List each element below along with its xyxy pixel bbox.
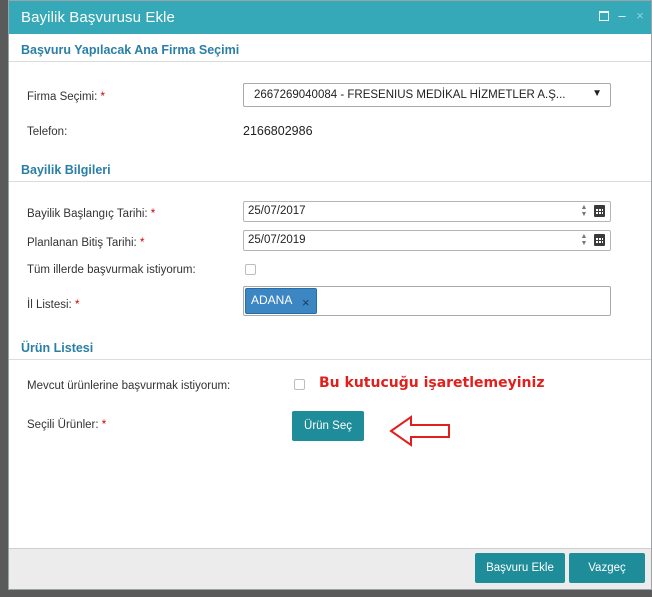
firm-select-value: 2667269040084 - FRESENIUS MEDİKAL HİZMET… <box>254 89 566 101</box>
maximize-icon <box>599 11 609 21</box>
chevron-down-icon: ▼ <box>592 88 602 99</box>
end-date-value: 25/07/2019 <box>248 234 306 246</box>
all-provinces-label: Tüm illerde başvurmak istiyorum: <box>27 264 196 276</box>
arrow-left-icon <box>389 415 450 447</box>
end-date-spinner[interactable]: ▲ ▼ <box>580 233 588 247</box>
start-date-value: 25/07/2017 <box>248 205 306 217</box>
firm-label: Firma Seçimi: * <box>27 91 105 103</box>
calendar-icon[interactable] <box>594 205 605 217</box>
dialog-title: Bayilik Başvurusu Ekle <box>21 9 175 26</box>
phone-label: Telefon: <box>27 126 68 138</box>
dialog-titlebar[interactable]: Bayilik Başvurusu Ekle – × <box>9 1 651 34</box>
tag-remove-icon[interactable]: × <box>302 295 310 310</box>
province-tag-label: ADANA <box>251 293 293 307</box>
required-marker: * <box>139 237 145 249</box>
section-title-firm: Başvuru Yapılacak Ana Firma Seçimi <box>21 43 240 57</box>
phone-value: 2166802986 <box>243 124 313 138</box>
required-marker: * <box>100 91 105 103</box>
firm-select[interactable]: 2667269040084 - FRESENIUS MEDİKAL HİZMET… <box>243 83 611 107</box>
start-date-input[interactable]: 25/07/2017 ▲ ▼ <box>243 201 611 222</box>
start-date-spinner[interactable]: ▲ ▼ <box>580 204 588 218</box>
required-marker: * <box>150 208 156 220</box>
section-header-products: Ürün Listesi <box>9 337 651 360</box>
all-provinces-checkbox[interactable] <box>245 264 256 275</box>
close-button[interactable]: × <box>633 8 647 24</box>
section-title-dealer: Bayilik Bilgileri <box>21 163 111 177</box>
minimize-button[interactable]: – <box>615 8 629 24</box>
selected-products-label: Seçili Ürünler: * <box>27 419 107 431</box>
maximize-button[interactable] <box>597 8 611 24</box>
required-marker: * <box>101 419 107 431</box>
section-title-products: Ürün Listesi <box>21 341 94 355</box>
dialog-window: Bayilik Başvurusu Ekle – × Başvuru Yapıl… <box>8 0 652 590</box>
cancel-button[interactable]: Vazgeç <box>569 553 645 583</box>
end-date-label: Planlanan Bitiş Tarihi: * <box>27 237 145 249</box>
province-tag-input[interactable]: ADANA × <box>243 286 611 316</box>
dialog-footer: Başvuru Ekle Vazgeç <box>9 548 651 589</box>
start-date-label: Bayilik Başlangıç Tarihi: * <box>27 208 156 220</box>
required-marker: * <box>74 299 80 311</box>
province-list-label: İl Listesi: * <box>27 299 80 311</box>
submit-application-button[interactable]: Başvuru Ekle <box>475 553 565 583</box>
calendar-icon[interactable] <box>594 234 605 246</box>
warning-annotation: Bu kutucuğu işaretlemeyiniz <box>319 375 545 391</box>
province-tag: ADANA × <box>245 288 317 314</box>
section-header-dealer: Bayilik Bilgileri <box>9 159 651 182</box>
existing-products-checkbox[interactable] <box>294 379 305 390</box>
section-header-firm: Başvuru Yapılacak Ana Firma Seçimi <box>9 39 651 62</box>
existing-products-label: Mevcut ürünlerine başvurmak istiyorum: <box>27 380 231 392</box>
select-product-button[interactable]: Ürün Seç <box>292 411 364 441</box>
end-date-input[interactable]: 25/07/2019 ▲ ▼ <box>243 230 611 251</box>
